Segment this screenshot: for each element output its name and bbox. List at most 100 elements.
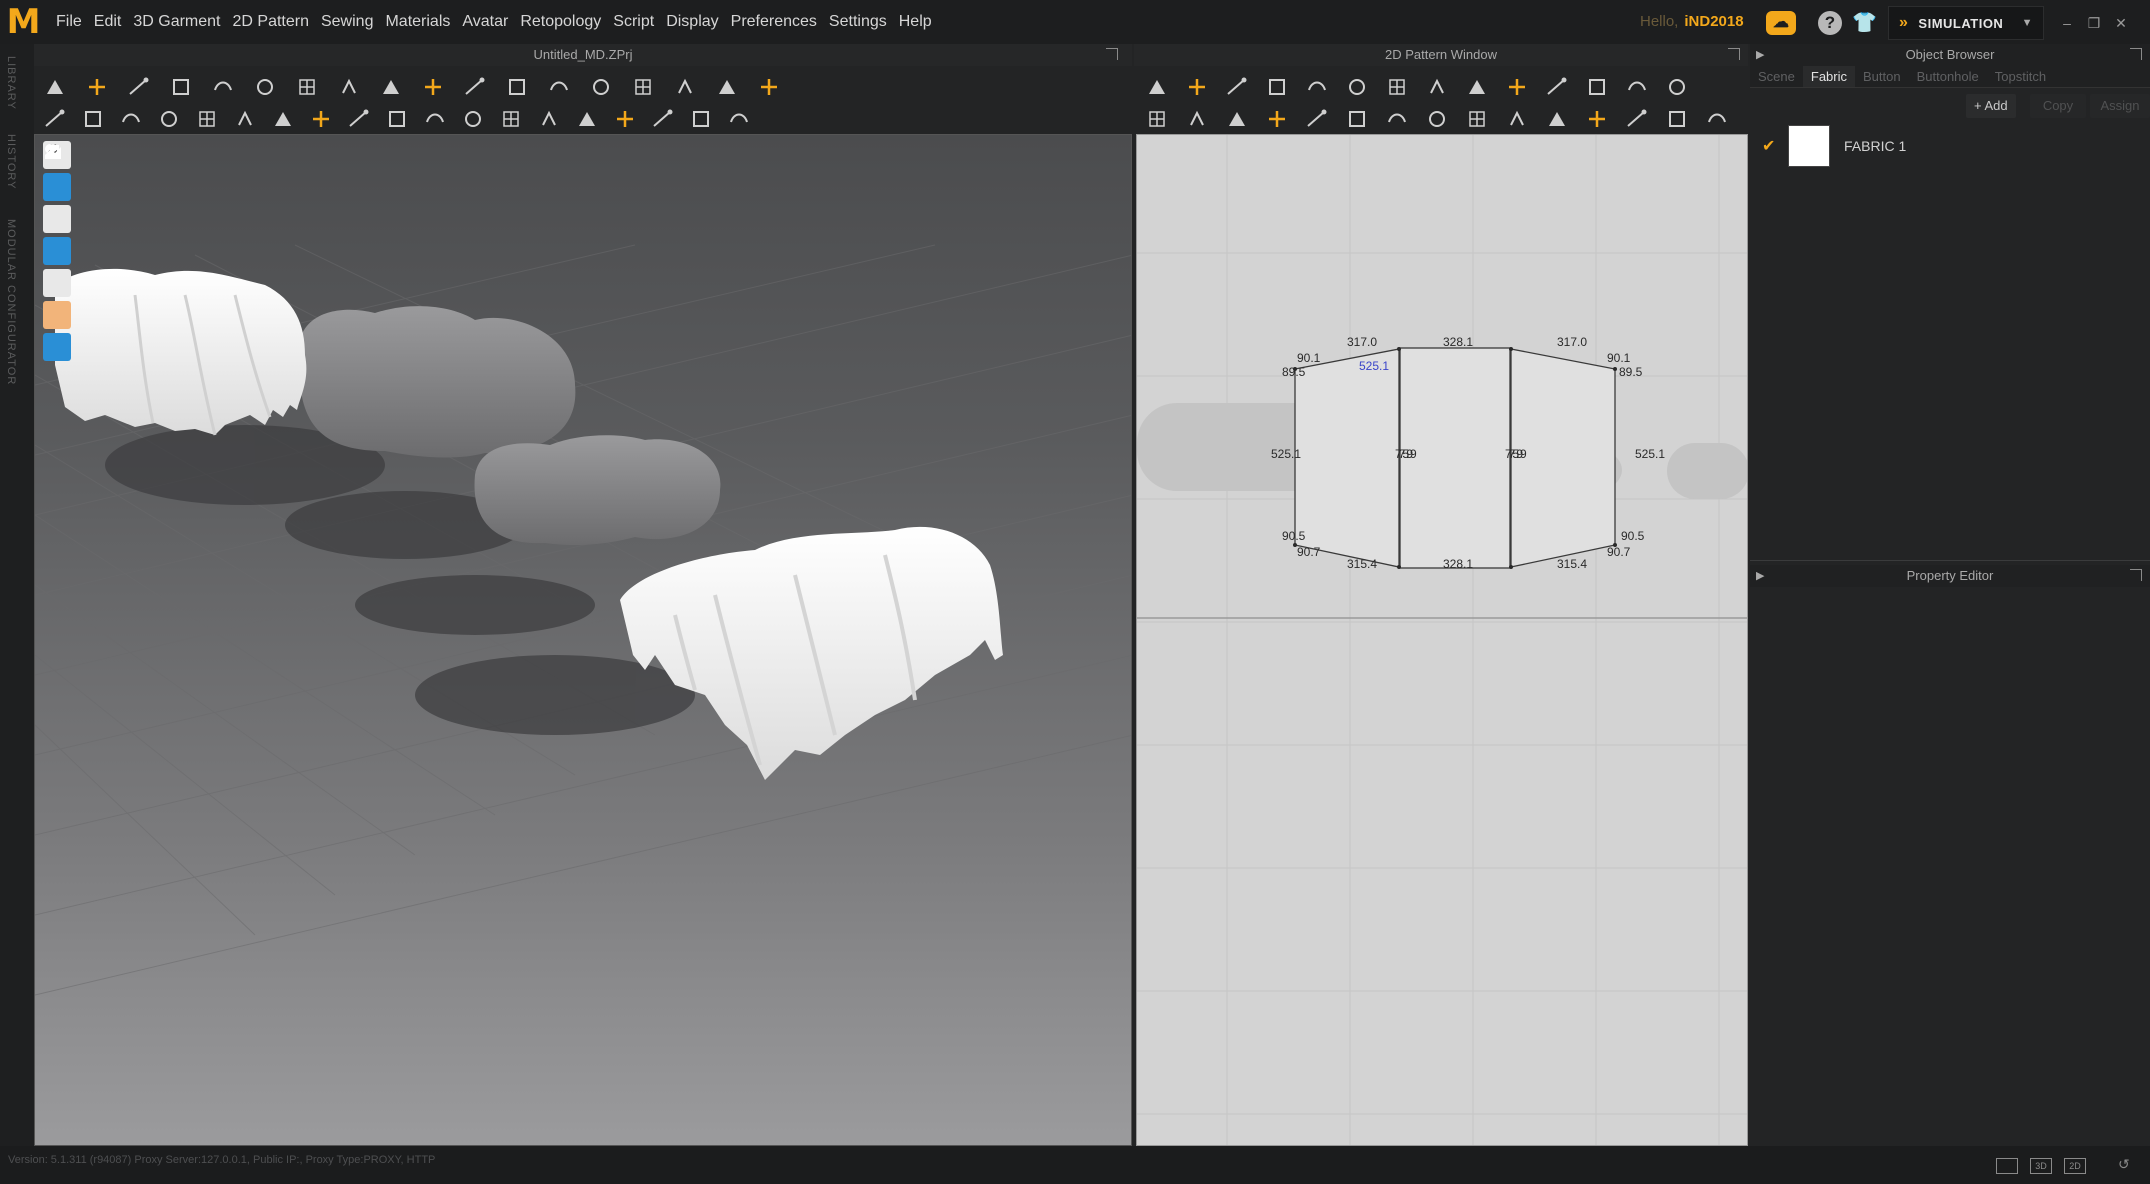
toolbar-3d-tool-icon[interactable] — [714, 74, 740, 100]
modular-configurator-tab[interactable]: MODULAR CONFIGURATOR — [5, 219, 17, 385]
toolbar-3d-tool-icon[interactable] — [574, 106, 600, 132]
toolbar-2d-tool-icon[interactable] — [1584, 74, 1610, 100]
toolbar-3d-tool-icon[interactable] — [42, 74, 68, 100]
tab-button[interactable]: Button — [1855, 66, 1909, 87]
history-tab[interactable]: HISTORY — [5, 134, 17, 190]
toolbar-3d-tool-icon[interactable] — [630, 74, 656, 100]
reset-view-icon[interactable]: ↺ — [2118, 1156, 2130, 1173]
menu-sewing[interactable]: Sewing — [315, 0, 379, 44]
collapse-arrow-icon[interactable]: ▶ — [1756, 44, 1764, 66]
toolbar-3d-tool-icon[interactable] — [588, 74, 614, 100]
garment-shirt-icon[interactable]: 👕 — [1852, 11, 1877, 35]
toolbar-2d-tool-icon[interactable] — [1304, 74, 1330, 100]
toolbar-2d-tool-icon[interactable] — [1424, 106, 1450, 132]
toolbar-3d-tool-icon[interactable] — [536, 106, 562, 132]
menu-file[interactable]: File — [50, 0, 88, 44]
menu-preferences[interactable]: Preferences — [725, 0, 823, 44]
toolbar-3d-tool-icon[interactable] — [650, 106, 676, 132]
pattern-piece-left[interactable] — [1294, 348, 1400, 568]
toolbar-3d-tool-icon[interactable] — [126, 74, 152, 100]
panel-divider[interactable] — [1750, 560, 2150, 561]
toolbar-3d-tool-icon[interactable] — [504, 74, 530, 100]
toolbar-2d-tool-icon[interactable] — [1144, 74, 1170, 100]
toolbar-3d-tool-icon[interactable] — [420, 74, 446, 100]
menu-2d-pattern[interactable]: 2D Pattern — [227, 0, 315, 44]
toolbar-3d-tool-icon[interactable] — [422, 106, 448, 132]
toolbar-2d-tool-icon[interactable] — [1264, 106, 1290, 132]
toolbar-2d-tool-icon[interactable] — [1624, 106, 1650, 132]
tab-fabric[interactable]: Fabric — [1802, 66, 1855, 87]
toolbar-2d-tool-icon[interactable] — [1544, 74, 1570, 100]
toolbar-2d-tool-icon[interactable] — [1384, 74, 1410, 100]
sewing-view-icon[interactable] — [43, 144, 71, 201]
pattern-piece-center[interactable] — [1399, 347, 1511, 569]
toolbar-3d-tool-icon[interactable] — [612, 106, 638, 132]
toolbar-2d-tool-icon[interactable] — [1224, 74, 1250, 100]
menu-display[interactable]: Display — [660, 0, 724, 44]
toolbar-2d-tool-icon[interactable] — [1504, 74, 1530, 100]
close-icon[interactable]: ✕ — [2112, 14, 2130, 32]
toolbar-3d-tool-icon[interactable] — [460, 106, 486, 132]
menu-help[interactable]: Help — [893, 0, 938, 44]
texture-view-icon[interactable] — [43, 145, 71, 265]
fabric-view-icon[interactable] — [43, 145, 71, 297]
toolbar-3d-tool-icon[interactable] — [232, 106, 258, 132]
toolbar-2d-tool-icon[interactable] — [1544, 106, 1570, 132]
toolbar-2d-tool-icon[interactable] — [1184, 74, 1210, 100]
assign-fabric-button[interactable]: Assign — [2090, 94, 2150, 118]
toolbar-2d-tool-icon[interactable] — [1184, 106, 1210, 132]
view-2d-only-icon[interactable]: 2D — [2064, 1158, 2086, 1174]
toolbar-2d-tool-icon[interactable] — [1464, 106, 1490, 132]
toolbar-2d-tool-icon[interactable] — [1344, 74, 1370, 100]
library-tab[interactable]: LIBRARY — [5, 56, 17, 110]
viewport-3d[interactable] — [34, 134, 1132, 1146]
toolbar-2d-tool-icon[interactable] — [1664, 74, 1690, 100]
toolbar-2d-tool-icon[interactable] — [1384, 106, 1410, 132]
menu-materials[interactable]: Materials — [379, 0, 456, 44]
toolbar-3d-tool-icon[interactable] — [270, 106, 296, 132]
toolbar-2d-tool-icon[interactable] — [1664, 106, 1690, 132]
toolbar-3d-tool-icon[interactable] — [336, 74, 362, 100]
menu-3d-garment[interactable]: 3D Garment — [127, 0, 226, 44]
cloud-sync-icon[interactable]: ☁ — [1766, 11, 1796, 35]
help-icon[interactable]: ? — [1818, 11, 1842, 35]
toolbar-3d-tool-icon[interactable] — [252, 74, 278, 100]
maximize-2d-icon[interactable] — [1728, 48, 1740, 60]
environment-icon[interactable] — [43, 147, 71, 361]
toolbar-3d-tool-icon[interactable] — [194, 106, 220, 132]
fabric-item[interactable]: ✔ FABRIC 1 — [1750, 124, 2150, 168]
pattern-window[interactable]: 317.0 328.1 317.0 90.1 89.5 525.1 90.1 8… — [1136, 134, 1748, 1146]
toolbar-2d-tool-icon[interactable] — [1264, 74, 1290, 100]
toolbar-2d-tool-icon[interactable] — [1704, 106, 1730, 132]
toolbar-3d-tool-icon[interactable] — [498, 106, 524, 132]
tab-buttonhole[interactable]: Buttonhole — [1909, 66, 1987, 87]
menu-script[interactable]: Script — [607, 0, 660, 44]
toolbar-3d-tool-icon[interactable] — [156, 106, 182, 132]
toolbar-3d-tool-icon[interactable] — [80, 106, 106, 132]
property-arrow-icon[interactable]: ▶ — [1756, 565, 1764, 587]
toolbar-2d-tool-icon[interactable] — [1624, 74, 1650, 100]
menu-avatar[interactable]: Avatar — [456, 0, 514, 44]
menu-edit[interactable]: Edit — [88, 0, 128, 44]
toolbar-3d-tool-icon[interactable] — [462, 74, 488, 100]
checkmark-icon[interactable]: ✔ — [1762, 136, 1778, 156]
user-name[interactable]: iND2018 — [1684, 13, 1743, 30]
avatar-skin-icon[interactable] — [43, 144, 71, 329]
toolbar-3d-tool-icon[interactable] — [384, 106, 410, 132]
avatar-view-icon[interactable] — [43, 144, 71, 233]
toolbar-3d-tool-icon[interactable] — [688, 106, 714, 132]
toolbar-2d-tool-icon[interactable] — [1424, 74, 1450, 100]
toolbar-3d-tool-icon[interactable] — [294, 74, 320, 100]
split-view-icon[interactable] — [1996, 1158, 2018, 1174]
toolbar-2d-tool-icon[interactable] — [1304, 106, 1330, 132]
menu-settings[interactable]: Settings — [823, 0, 893, 44]
toolbar-2d-tool-icon[interactable] — [1224, 106, 1250, 132]
toolbar-3d-tool-icon[interactable] — [210, 74, 236, 100]
maximize-3d-icon[interactable] — [1106, 48, 1118, 60]
copy-fabric-button[interactable]: Copy — [2030, 94, 2086, 118]
toolbar-3d-tool-icon[interactable] — [672, 74, 698, 100]
toolbar-3d-tool-icon[interactable] — [118, 106, 144, 132]
add-fabric-button[interactable]: + Add — [1966, 94, 2016, 118]
pattern-piece-right[interactable] — [1510, 348, 1616, 568]
toolbar-2d-tool-icon[interactable] — [1504, 106, 1530, 132]
